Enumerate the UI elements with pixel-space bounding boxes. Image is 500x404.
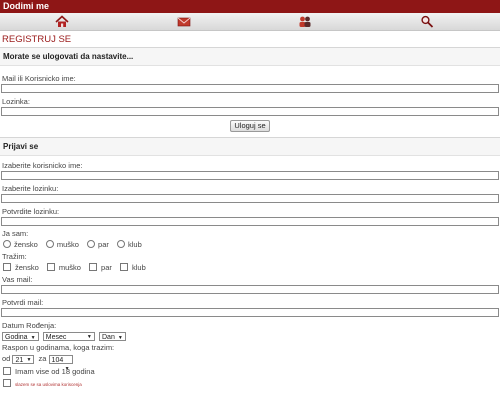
users-icon[interactable] bbox=[298, 15, 312, 28]
login-password-label: Lozinka: bbox=[2, 97, 30, 106]
confirm-password-input[interactable] bbox=[1, 217, 499, 226]
i-am-option-couple[interactable]: par bbox=[87, 239, 109, 250]
terms-link[interactable]: slazem se sa uslovima koriscenja bbox=[15, 382, 82, 387]
login-user-input[interactable] bbox=[1, 84, 499, 93]
checkbox[interactable] bbox=[119, 263, 128, 271]
chevron-down-icon: ▼ bbox=[26, 356, 32, 363]
radio-button[interactable] bbox=[116, 240, 125, 248]
username-input[interactable] bbox=[1, 171, 499, 180]
i-am-option-club[interactable]: klub bbox=[116, 239, 142, 250]
terms-checkbox[interactable] bbox=[3, 379, 11, 387]
chevron-down-icon: ▼ bbox=[117, 335, 123, 342]
dob-day-select[interactable]: Dan ▼ bbox=[99, 332, 126, 342]
home-icon[interactable] bbox=[55, 15, 69, 28]
login-button[interactable]: Uloguj se bbox=[230, 120, 270, 132]
radio-button[interactable] bbox=[3, 240, 11, 248]
dob-month-select[interactable]: Mesec ▼ bbox=[42, 332, 95, 342]
over18-row: Imam vise od 18 godina bbox=[0, 366, 500, 377]
email-input[interactable] bbox=[1, 285, 499, 294]
app-title: Dodimi me bbox=[3, 1, 50, 11]
confirm-email-input[interactable] bbox=[1, 308, 499, 317]
confirm-password-label: Potvrdite lozinku: bbox=[2, 207, 60, 216]
seeking-checkbox-group: žensko muško par klub bbox=[0, 262, 500, 273]
i-am-option-male[interactable]: muško bbox=[45, 239, 79, 250]
over18-checkbox[interactable] bbox=[3, 367, 11, 375]
app-header: Dodimi me bbox=[0, 0, 500, 13]
seeking-option-couple[interactable]: par bbox=[89, 262, 112, 273]
i-am-radio-group: žensko muško par klub bbox=[0, 239, 500, 250]
age-from-select[interactable]: 21 ▼ bbox=[12, 354, 35, 364]
i-am-label: Ja sam: bbox=[2, 229, 29, 238]
dob-label: Datum Rođenja: bbox=[2, 321, 57, 330]
dob-year-select[interactable]: Godina ▼ bbox=[2, 332, 39, 342]
register-heading: Prijavi se bbox=[0, 137, 500, 156]
checkbox[interactable] bbox=[3, 263, 11, 271]
login-password-input[interactable] bbox=[1, 107, 499, 116]
age-range-label: Raspon u godinama, koga trazim: bbox=[2, 343, 115, 352]
email-label: Vas mail: bbox=[2, 275, 33, 284]
age-to-label: za bbox=[38, 354, 47, 363]
chevron-down-icon: ▼ bbox=[86, 334, 92, 341]
confirm-email-label: Potvrdi mail: bbox=[2, 298, 44, 307]
terms-row: slazem se sa uslovima koriscenja bbox=[0, 378, 500, 389]
mail-icon[interactable] bbox=[177, 15, 191, 28]
over18-label: Imam vise od 18 godina bbox=[15, 367, 95, 376]
seeking-option-male[interactable]: muško bbox=[46, 262, 81, 273]
age-from-label: od bbox=[2, 354, 11, 363]
checkbox[interactable] bbox=[89, 263, 98, 271]
age-range-row: od 21 ▼ za 104 ▼ bbox=[0, 353, 500, 372]
search-icon[interactable] bbox=[420, 15, 434, 28]
seeking-label: Tražim: bbox=[2, 252, 27, 261]
seeking-option-club[interactable]: klub bbox=[119, 262, 146, 273]
nav-bar bbox=[0, 13, 500, 31]
radio-button[interactable] bbox=[45, 240, 54, 248]
age-to-select[interactable]: 104 ▼ bbox=[48, 354, 73, 372]
password-input[interactable] bbox=[1, 194, 499, 203]
radio-button[interactable] bbox=[87, 240, 96, 248]
chevron-down-icon: ▼ bbox=[30, 335, 36, 342]
page-title: REGISTRUJ SE bbox=[2, 34, 72, 45]
i-am-option-female[interactable]: žensko bbox=[3, 239, 38, 250]
checkbox[interactable] bbox=[46, 263, 55, 271]
username-label: Izaberite korisnicko ime: bbox=[2, 161, 83, 170]
password-label: Izaberite lozinku: bbox=[2, 184, 59, 193]
seeking-option-female[interactable]: žensko bbox=[3, 262, 39, 273]
login-user-label: Mail ili Korisnicko ime: bbox=[2, 74, 76, 83]
dob-selects: Godina ▼ Mesec ▼ Dan ▼ bbox=[0, 331, 500, 343]
login-heading: Morate se ulogovati da nastavite... bbox=[0, 47, 500, 66]
